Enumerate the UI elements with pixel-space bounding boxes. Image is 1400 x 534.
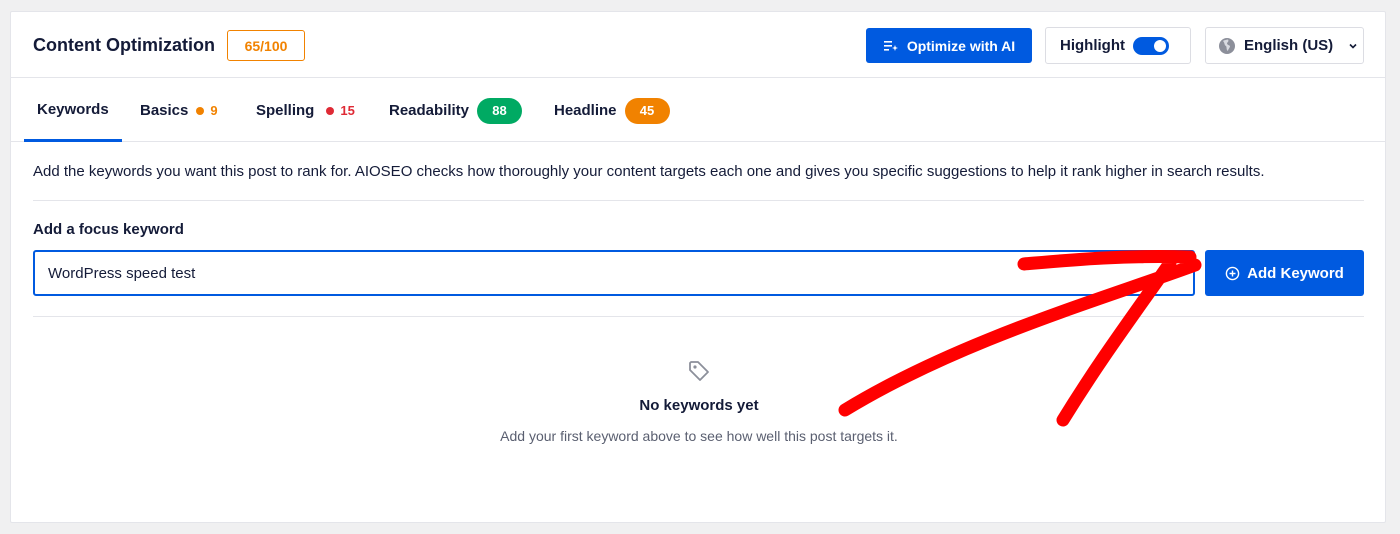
divider — [33, 200, 1364, 201]
focus-keyword-label: Add a focus keyword — [33, 221, 184, 238]
readability-score-pill: 88 — [477, 97, 523, 124]
tab-keywords[interactable]: Keywords — [24, 79, 122, 142]
divider — [33, 316, 1364, 317]
empty-state-title: No keywords yet — [639, 397, 759, 414]
language-select[interactable]: English (US) — [1205, 27, 1364, 64]
sparkle-list-icon — [883, 38, 899, 54]
keywords-description: Add the keywords you want this post to r… — [33, 163, 1265, 180]
tab-bar: Keywords Basics 9 Spelling 15 Readabilit… — [11, 79, 1385, 142]
highlight-control: Highlight — [1045, 27, 1191, 64]
headline-score-pill: 45 — [624, 97, 670, 124]
plus-circle-icon — [1225, 266, 1240, 281]
score-badge: 65/100 — [227, 30, 305, 61]
basics-warning-dot — [196, 106, 205, 115]
tab-basics-label: Basics — [140, 102, 189, 119]
add-keyword-label: Add Keyword — [1247, 264, 1344, 282]
tab-headline[interactable]: Headline 45 — [554, 79, 670, 142]
page-title: Content Optimization — [33, 35, 215, 55]
content-optimization-panel: Content Optimization 65/100 Optimize wit… — [10, 11, 1386, 523]
tab-readability-label: Readability — [389, 102, 470, 119]
highlight-label: Highlight — [1060, 37, 1125, 54]
panel-header: Content Optimization 65/100 Optimize wit… — [11, 12, 1385, 78]
empty-state-subtitle: Add your first keyword above to see how … — [500, 428, 898, 444]
optimize-with-ai-label: Optimize with AI — [906, 37, 1016, 54]
spelling-error-dot — [326, 106, 335, 115]
tab-headline-label: Headline — [554, 102, 617, 119]
basics-count: 9 — [210, 103, 218, 118]
language-label: English (US) — [1244, 37, 1334, 54]
optimize-with-ai-button[interactable]: Optimize with AI — [866, 28, 1032, 63]
toggle-knob — [1154, 40, 1166, 52]
tab-basics[interactable]: Basics 9 — [140, 79, 218, 142]
tab-spelling[interactable]: Spelling 15 — [256, 79, 355, 142]
tab-spelling-label: Spelling — [256, 102, 315, 119]
tag-icon — [687, 359, 711, 388]
tab-readability[interactable]: Readability 88 — [389, 79, 523, 142]
highlight-toggle[interactable] — [1133, 37, 1169, 55]
spelling-count: 15 — [340, 103, 355, 118]
focus-keyword-input[interactable] — [33, 250, 1195, 296]
add-keyword-button[interactable]: Add Keyword — [1205, 250, 1364, 296]
chevron-down-icon — [1347, 40, 1359, 52]
tab-keywords-label: Keywords — [37, 100, 109, 118]
globe-icon — [1218, 37, 1236, 55]
